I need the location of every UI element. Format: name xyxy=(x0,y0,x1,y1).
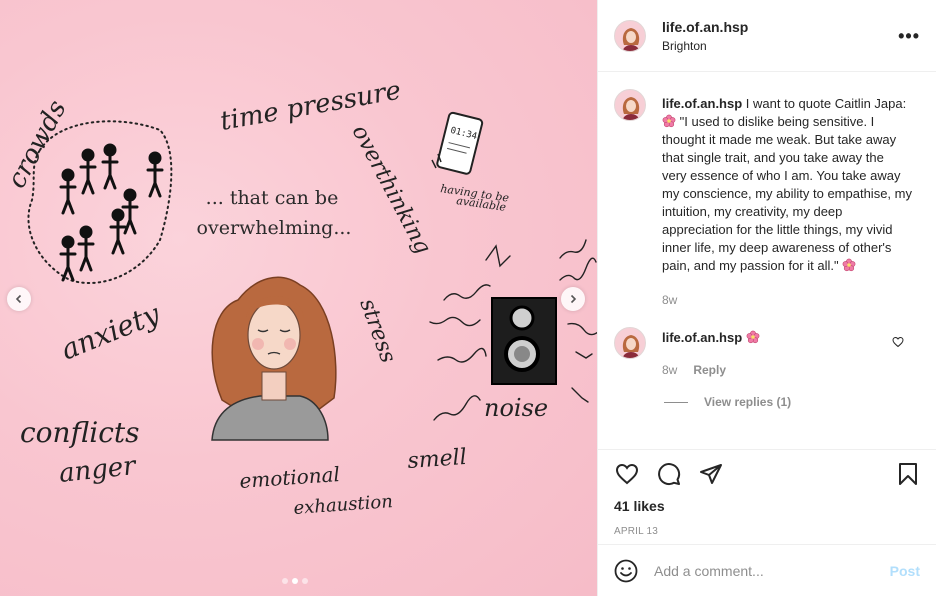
heart-icon xyxy=(615,463,639,485)
carousel-dot xyxy=(302,578,308,584)
speaker-drawing xyxy=(491,297,557,385)
post-comment-button[interactable]: Post xyxy=(890,563,920,579)
word-time-pressure: time pressure xyxy=(218,76,403,137)
chevron-left-icon xyxy=(15,294,22,304)
word-smell: smell xyxy=(407,445,468,474)
carousel-indicator xyxy=(282,578,308,584)
chevron-right-icon xyxy=(570,294,577,304)
avatar[interactable] xyxy=(614,327,646,359)
word-crowds: crowds xyxy=(2,95,73,193)
word-conflicts: conflicts xyxy=(20,416,140,449)
post-header: life.of.an.hsp Brighton ••• xyxy=(598,0,936,72)
likes-count[interactable]: 41 likes xyxy=(614,498,920,514)
view-replies-line xyxy=(664,401,688,403)
caption-quote: "I used to dislike being sensitive. I th… xyxy=(662,114,912,273)
view-replies-label: View replies (1) xyxy=(704,395,792,409)
illustration-caption-line2: overwhelming... xyxy=(196,217,352,239)
girl-drawing xyxy=(211,276,337,441)
phone-drawing: 01:34 xyxy=(436,111,484,175)
avatar[interactable] xyxy=(614,89,646,121)
more-options-button[interactable]: ••• xyxy=(898,27,920,45)
avatar[interactable] xyxy=(614,19,646,52)
word-stress: stress xyxy=(354,296,400,367)
caption-comment: life.of.an.hsp I want to quote Caitlin J… xyxy=(614,89,920,309)
post-image[interactable]: crowds time pressure overthinking anxiet… xyxy=(0,0,597,596)
view-replies-button[interactable]: View replies (1) xyxy=(664,395,920,409)
comment-username[interactable]: life.of.an.hsp xyxy=(662,330,742,345)
flower-emoji-icon xyxy=(842,258,856,272)
comment-button[interactable] xyxy=(656,462,682,486)
header-username[interactable]: life.of.an.hsp xyxy=(662,19,898,35)
comment-age[interactable]: 8w xyxy=(662,361,677,379)
save-button[interactable] xyxy=(896,462,920,486)
word-exhaustion: exhaustion xyxy=(293,491,394,519)
reply-button[interactable]: Reply xyxy=(693,361,726,379)
avatar-illustration xyxy=(622,335,640,358)
add-comment-bar: Post xyxy=(598,544,936,596)
post-sidebar: life.of.an.hsp Brighton ••• life.of.an.h… xyxy=(597,0,936,596)
comment-input[interactable] xyxy=(654,562,890,579)
like-comment-button[interactable] xyxy=(892,335,904,353)
avatar-illustration xyxy=(622,27,640,51)
post-actions-area: 41 likes APRIL 13 xyxy=(598,449,936,544)
comment-bubble-icon xyxy=(658,463,681,486)
carousel-dot xyxy=(282,578,288,584)
illustration-drawing: crowds time pressure overthinking anxiet… xyxy=(2,76,597,519)
bookmark-icon xyxy=(899,463,917,485)
caption-intro: I want to quote Caitlin Japa: xyxy=(745,96,907,111)
word-anger: anger xyxy=(58,451,139,489)
word-emotional: emotional xyxy=(239,462,341,493)
flower-emoji-icon xyxy=(662,114,676,128)
like-button[interactable] xyxy=(614,462,640,486)
comment-item: life.of.an.hsp 8w Reply xyxy=(614,327,920,379)
share-button[interactable] xyxy=(698,462,724,486)
word-anxiety: anxiety xyxy=(56,297,165,367)
post-date[interactable]: APRIL 13 xyxy=(614,526,920,537)
illustration-caption-line1: ... that can be xyxy=(205,187,339,209)
caption-age[interactable]: 8w xyxy=(662,291,677,309)
carousel-next-button[interactable] xyxy=(561,287,585,311)
heart-outline-icon xyxy=(892,336,904,348)
flower-emoji-icon xyxy=(746,330,760,344)
word-noise: noise xyxy=(484,394,548,422)
emoji-button[interactable] xyxy=(614,559,638,583)
comments-section[interactable]: life.of.an.hsp I want to quote Caitlin J… xyxy=(598,73,936,449)
carousel-prev-button[interactable] xyxy=(7,287,31,311)
header-location[interactable]: Brighton xyxy=(662,39,898,53)
smiley-icon xyxy=(614,559,638,582)
carousel-dot-active xyxy=(292,578,298,584)
paper-plane-icon xyxy=(700,464,722,484)
avatar-illustration xyxy=(622,97,640,120)
caption-username[interactable]: life.of.an.hsp xyxy=(662,96,742,111)
